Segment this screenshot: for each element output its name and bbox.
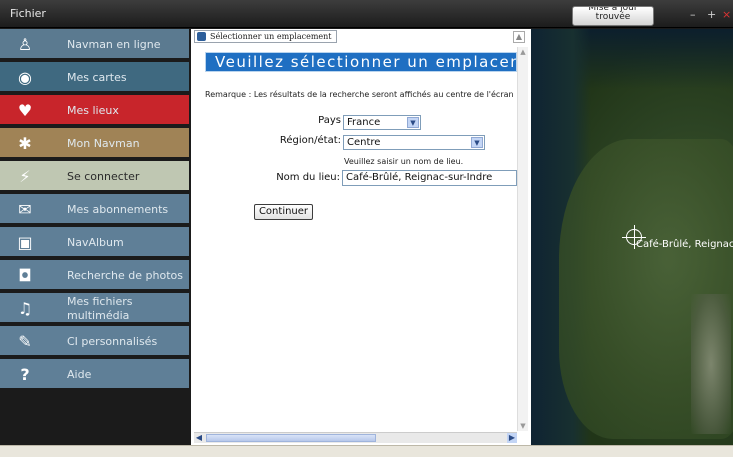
place-label: Nom du lieu:: [276, 172, 340, 183]
sidebar-item[interactable]: ⚡ Se connecter: [0, 161, 189, 192]
sidebar-item-label: Recherche de photos: [67, 269, 183, 282]
sidebar-item-label: Mes fichiers multimédia: [67, 295, 133, 322]
sidebar-item[interactable]: ◉ Mes cartes: [0, 62, 189, 93]
remark-text: Remarque : Les résultats de la recherche…: [205, 90, 514, 99]
heart-icon: ♥: [17, 101, 33, 120]
vertical-scrollbar[interactable]: ▲ ▼: [517, 47, 528, 431]
continue-button[interactable]: Continuer: [254, 204, 313, 220]
scroll-right-icon[interactable]: ▶: [507, 433, 517, 443]
horizontal-scrollbar[interactable]: ◀ ▶: [194, 432, 517, 443]
menu-fichier[interactable]: Fichier: [10, 7, 46, 20]
album-icon: ▣: [17, 233, 33, 252]
location-panel: Sélectionner un emplacement ▲ Veuillez s…: [191, 29, 531, 445]
maximize-icon[interactable]: +: [707, 8, 716, 21]
panel-tab-title: Sélectionner un emplacement: [210, 32, 332, 41]
page-title: Veuillez sélectionner un emplacement: [205, 52, 517, 72]
sidebar: ♙ Navman en ligne ◉ Mes cartes ♥ Mes lieux ✱ Mo…: [0, 29, 191, 445]
sidebar-item-label: Aide: [67, 368, 92, 381]
sidebar-item[interactable]: ♙ Navman en ligne: [0, 29, 189, 60]
music-icon: ♫: [17, 299, 33, 318]
sidebar-item-label: Se connecter: [67, 170, 140, 183]
close-icon[interactable]: ×: [722, 8, 731, 21]
panel-tab[interactable]: Sélectionner un emplacement: [194, 30, 337, 43]
place-hint: Veuillez saisir un nom de lieu.: [344, 157, 464, 166]
help-icon: ?: [20, 365, 30, 384]
place-name-input[interactable]: Café-Brûlé, Reignac-sur-Indre: [342, 170, 517, 186]
sidebar-item-label: Mes abonnements: [67, 203, 169, 216]
region-label: Région/état:: [279, 135, 341, 146]
sidebar-item-label: CI personnalisés: [67, 335, 158, 348]
sidebar-item[interactable]: ♥ Mes lieux: [0, 95, 189, 126]
map-view[interactable]: Café-Brûlé, Reignac-sur-Indre: [531, 29, 733, 445]
status-bar: [0, 445, 733, 457]
sidebar-item[interactable]: ◘ Recherche de photos: [0, 260, 189, 291]
sidebar-item-label: Mes cartes: [67, 71, 127, 84]
poi-icon: ✎: [18, 332, 32, 351]
region-select[interactable]: Centre ▼: [343, 135, 485, 150]
chevron-down-icon: ▼: [471, 137, 483, 148]
sidebar-item[interactable]: ✱ Mon Navman: [0, 128, 189, 159]
sidebar-item-label: Navman en ligne: [67, 38, 161, 51]
sidebar-item-label: Mes lieux: [67, 104, 119, 117]
region-value: Centre: [347, 137, 381, 148]
globe-icon: [197, 32, 206, 41]
sidebar-item[interactable]: ✉ Mes abonnements: [0, 194, 189, 225]
sidebar-item[interactable]: ▣ NavAlbum: [0, 227, 189, 258]
update-found-button[interactable]: Mise à jour trouvée: [572, 6, 654, 26]
country-select[interactable]: France ▼: [343, 115, 421, 130]
connect-icon: ⚡: [19, 167, 31, 186]
sidebar-item[interactable]: ♫ Mes fichiers multimédia: [0, 293, 189, 324]
eye-icon: ◉: [18, 68, 32, 87]
country-label: Pays: [318, 115, 341, 126]
envelope-icon: ✉: [18, 200, 32, 219]
sidebar-item-label: Mon Navman: [67, 137, 140, 150]
sidebar-item-label: NavAlbum: [67, 236, 124, 249]
gear-icon: ✱: [18, 134, 32, 153]
sidebar-item[interactable]: ? Aide: [0, 359, 189, 390]
chevron-down-icon: ▼: [407, 117, 419, 128]
sidebar-item[interactable]: ✎ CI personnalisés: [0, 326, 189, 357]
scroll-down-icon[interactable]: ▼: [518, 421, 528, 431]
panel-close-icon[interactable]: ▲: [513, 31, 525, 43]
person-icon: ♙: [17, 35, 33, 54]
country-value: France: [347, 117, 381, 128]
scroll-thumb[interactable]: [206, 434, 376, 442]
camera-icon: ◘: [18, 266, 32, 285]
minimize-icon[interactable]: –: [690, 8, 696, 21]
scroll-left-icon[interactable]: ◀: [194, 433, 204, 443]
menu-bar: Fichier Mise à jour trouvée – + ×: [0, 0, 733, 28]
map-marker-label: Café-Brûlé, Reignac-sur-Indre: [636, 239, 733, 250]
scroll-up-icon[interactable]: ▲: [518, 47, 528, 57]
